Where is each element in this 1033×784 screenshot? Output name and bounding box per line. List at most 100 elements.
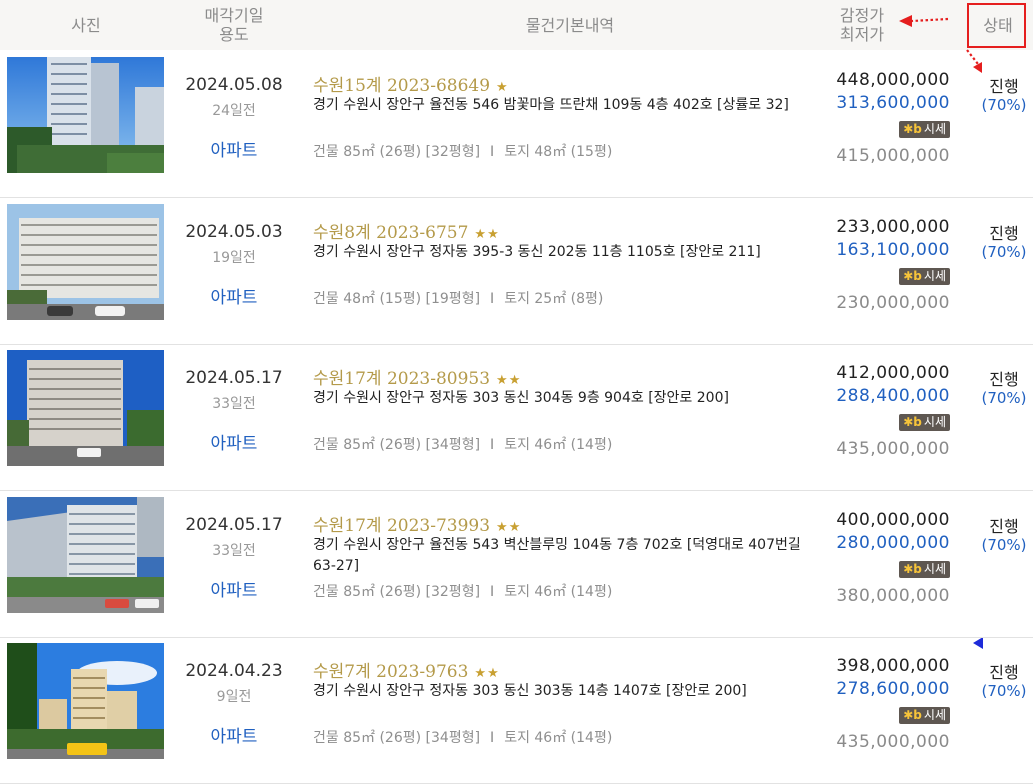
- auction-date: 2024.05.17: [185, 514, 283, 535]
- property-photo[interactable]: [7, 203, 164, 320]
- table-row[interactable]: 2024.05.17 33일전 아파트 수원17계 2023-80953 ★★ 경…: [0, 344, 1033, 491]
- building-area: 건물 85㎡ (26평) [32평형]: [313, 144, 481, 160]
- case-number-label[interactable]: 수원7계 2023-9763: [313, 662, 468, 682]
- header-appraisal-label: 감정가: [839, 6, 885, 25]
- property-spec: 건물 85㎡ (26평) [34평형] I 토지 46㎡ (14평): [313, 727, 612, 747]
- property-photo[interactable]: [7, 350, 164, 466]
- spec-divider: I: [490, 144, 495, 160]
- table-row[interactable]: 2024.05.08 24일전 아파트 수원15계 2023-68649 ★ 경기…: [0, 51, 1033, 198]
- building-area: 건물 85㎡ (26평) [34평형]: [313, 730, 481, 746]
- case-number[interactable]: 수원17계 2023-80953 ★★: [313, 364, 521, 389]
- market-price: 415,000,000: [836, 146, 950, 166]
- land-area: 토지 25㎡ (8평): [504, 290, 604, 307]
- appraisal-price: 398,000,000: [836, 656, 950, 676]
- market-price: 380,000,000: [836, 585, 950, 606]
- table-row[interactable]: 2024.04.23 9일전 아파트 수원7계 2023-9763 ★★ 경기 수…: [0, 637, 1033, 784]
- appraisal-price: 448,000,000: [836, 70, 950, 90]
- header-usage-label: 용도: [219, 25, 249, 44]
- rating-stars-icon: ★★: [496, 373, 522, 388]
- market-price-button[interactable]: ✱b 시세: [899, 707, 950, 724]
- auction-status: 진행: [989, 370, 1019, 389]
- building-area: 건물 85㎡ (26평) [34평형]: [313, 437, 481, 453]
- status-percent: (70%): [981, 535, 1027, 554]
- rating-stars-icon: ★★: [474, 226, 500, 242]
- status-percent: (70%): [981, 96, 1027, 114]
- appraisal-price: 412,000,000: [836, 363, 950, 383]
- market-logo-icon: ✱b: [903, 708, 922, 722]
- header-info-label: 물건기본내역: [525, 15, 615, 35]
- property-photo[interactable]: [7, 57, 164, 173]
- spec-divider: I: [490, 583, 495, 600]
- market-price: 435,000,000: [836, 732, 950, 752]
- property-photo[interactable]: [7, 496, 164, 613]
- days-ago: 33일전: [212, 542, 256, 559]
- market-price-button[interactable]: ✱b 시세: [899, 267, 950, 285]
- auction-date: 2024.05.03: [185, 221, 283, 242]
- header-info: 물건기본내역: [296, 0, 844, 50]
- property-address: 경기 수원시 장안구 정자동 303 동신 303동 14층 1407호 [장안…: [313, 683, 747, 699]
- usage-link[interactable]: 아파트: [172, 283, 296, 308]
- auction-status: 진행: [989, 223, 1019, 243]
- rating-stars-icon: ★: [496, 80, 509, 95]
- header-date-usage: 매각기일 용도: [172, 0, 296, 50]
- status-percent: (70%): [981, 242, 1027, 261]
- table-header: 사진 매각기일 용도 물건기본내역 감정가 최저가 상태: [0, 0, 1033, 50]
- land-area: 토지 46㎡ (14평): [504, 583, 613, 600]
- auction-status: 진행: [989, 663, 1019, 682]
- appraisal-price: 400,000,000: [836, 509, 950, 530]
- case-number-label[interactable]: 수원15계 2023-68649: [313, 76, 490, 96]
- land-area: 토지 46㎡ (14평): [504, 437, 613, 453]
- market-label[interactable]: 시세: [924, 269, 946, 283]
- market-price: 230,000,000: [836, 292, 950, 313]
- minimum-price: 313,600,000: [836, 93, 950, 113]
- auction-status: 진행: [989, 516, 1019, 536]
- case-number[interactable]: 수원7계 2023-9763 ★★: [313, 657, 500, 682]
- property-photo[interactable]: [7, 643, 164, 759]
- property-spec: 건물 48㎡ (15평) [19평형] I 토지 25㎡ (8평): [313, 288, 603, 308]
- market-label[interactable]: 시세: [924, 562, 946, 576]
- market-logo-icon: ✱b: [903, 561, 922, 576]
- days-ago: 24일전: [212, 103, 256, 119]
- header-photo-label: 사진: [71, 15, 101, 35]
- property-spec: 건물 85㎡ (26평) [32평형] I 토지 48㎡ (15평): [313, 141, 612, 161]
- usage-link[interactable]: 아파트: [172, 136, 296, 161]
- property-address: 경기 수원시 장안구 율전동 543 벽산블루밍 104동 7층 702호 [덕…: [313, 536, 801, 574]
- appraisal-price: 233,000,000: [836, 216, 950, 237]
- land-area: 토지 48㎡ (15평): [504, 144, 613, 160]
- header-min-price-label: 최저가: [839, 25, 885, 44]
- market-price-button[interactable]: ✱b 시세: [899, 414, 950, 431]
- property-spec: 건물 85㎡ (26평) [34평형] I 토지 46㎡ (14평): [313, 434, 612, 454]
- usage-link[interactable]: 아파트: [172, 429, 296, 454]
- usage-link[interactable]: 아파트: [172, 722, 296, 747]
- market-label[interactable]: 시세: [924, 415, 946, 429]
- case-number-label[interactable]: 수원8계 2023-6757: [313, 223, 468, 243]
- case-number-label[interactable]: 수원17계 2023-73993: [313, 516, 490, 536]
- table-row[interactable]: 2024.05.17 33일전 아파트 수원17계 2023-73993 ★★ 경…: [0, 491, 1033, 638]
- table-row[interactable]: 2024.05.03 19일전 아파트 수원8계 2023-6757 ★★ 경기 …: [0, 198, 1033, 345]
- minimum-price: 280,000,000: [836, 532, 950, 553]
- auction-date: 2024.04.23: [185, 661, 283, 681]
- market-label[interactable]: 시세: [924, 122, 946, 136]
- status-percent: (70%): [981, 389, 1027, 407]
- market-price-button[interactable]: ✱b 시세: [899, 121, 950, 138]
- property-address: 경기 수원시 장안구 정자동 303 동신 304동 9층 904호 [장안로 …: [313, 390, 729, 406]
- status-percent: (70%): [981, 682, 1027, 700]
- case-number-label[interactable]: 수원17계 2023-80953: [313, 369, 490, 389]
- auction-status: 진행: [989, 77, 1019, 96]
- land-area: 토지 46㎡ (14평): [504, 730, 613, 746]
- building-area: 건물 85㎡ (26평) [32평형]: [313, 583, 481, 600]
- auction-date: 2024.05.08: [185, 75, 283, 95]
- market-logo-icon: ✱b: [903, 415, 922, 429]
- spec-divider: I: [490, 730, 495, 746]
- case-number[interactable]: 수원15계 2023-68649 ★: [313, 71, 509, 96]
- usage-link[interactable]: 아파트: [172, 576, 296, 601]
- property-spec: 건물 85㎡ (26평) [32평형] I 토지 46㎡ (14평): [313, 581, 612, 601]
- market-price-button[interactable]: ✱b 시세: [899, 560, 950, 578]
- minimum-price: 278,600,000: [836, 679, 950, 699]
- case-number[interactable]: 수원8계 2023-6757 ★★: [313, 218, 500, 243]
- status-highlight-box: [967, 3, 1026, 48]
- case-number[interactable]: 수원17계 2023-73993 ★★: [313, 511, 521, 536]
- market-price: 435,000,000: [836, 439, 950, 459]
- header-price: 감정가 최저가: [826, 0, 898, 50]
- market-label[interactable]: 시세: [924, 708, 946, 722]
